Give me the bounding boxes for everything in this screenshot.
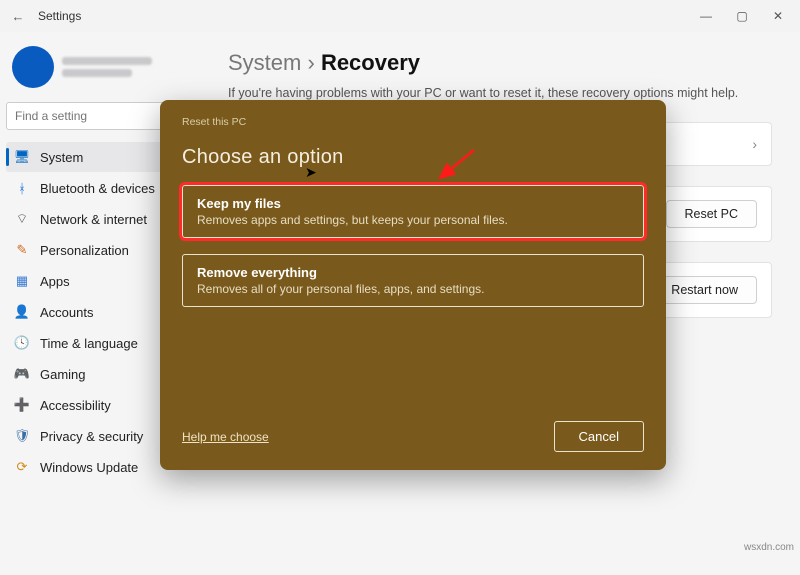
profile-name: [62, 57, 152, 65]
help-link[interactable]: Help me choose: [182, 430, 269, 444]
option-desc: Removes apps and settings, but keeps you…: [197, 213, 629, 227]
window-title: Settings: [38, 9, 81, 23]
titlebar: ← Settings ― ▢ ✕: [0, 0, 800, 32]
bluetooth-icon: ᚼ: [14, 180, 30, 196]
wifi-icon: ⌔: [14, 211, 30, 227]
dialog-footer: Help me choose Cancel: [182, 401, 644, 452]
option-desc: Removes all of your personal files, apps…: [197, 282, 629, 296]
sidebar-item-label: Privacy & security: [40, 429, 143, 444]
cancel-button[interactable]: Cancel: [554, 421, 644, 452]
reset-dialog: Reset this PC Choose an option Keep my f…: [160, 100, 666, 470]
sidebar-item-label: Network & internet: [40, 212, 147, 227]
dialog-breadcrumb: Reset this PC: [182, 116, 644, 128]
breadcrumb: System › Recovery: [228, 50, 772, 76]
gaming-icon: 🎮: [14, 366, 30, 382]
option-remove-everything[interactable]: Remove everything Removes all of your pe…: [182, 254, 644, 307]
sidebar-item-label: Windows Update: [40, 460, 138, 475]
sidebar-item-label: Apps: [40, 274, 70, 289]
option-keep-files[interactable]: Keep my files Removes apps and settings,…: [182, 185, 644, 238]
chevron-right-icon: ›: [752, 136, 757, 152]
breadcrumb-sep: ›: [307, 50, 314, 75]
profile-email: [62, 69, 132, 77]
sidebar-item-label: Accessibility: [40, 398, 111, 413]
update-icon: ⟳: [14, 459, 30, 475]
back-button[interactable]: ←: [4, 9, 32, 24]
brush-icon: ✎: [14, 242, 30, 258]
breadcrumb-current: Recovery: [321, 50, 420, 75]
window-controls: ― ▢ ✕: [688, 2, 796, 30]
sidebar-item-label: Time & language: [40, 336, 138, 351]
sidebar-item-label: System: [40, 150, 83, 165]
option-title: Keep my files: [197, 196, 629, 211]
profile-block[interactable]: [6, 40, 194, 102]
dialog-title: Choose an option: [182, 146, 644, 169]
sidebar-item-label: Accounts: [40, 305, 93, 320]
apps-icon: ▦: [14, 273, 30, 289]
close-button[interactable]: ✕: [760, 2, 796, 30]
option-title: Remove everything: [197, 265, 629, 280]
clock-icon: 🕓: [14, 335, 30, 351]
watermark: wsxdn.com: [744, 542, 794, 553]
maximize-button[interactable]: ▢: [724, 2, 760, 30]
sidebar-item-label: Bluetooth & devices: [40, 181, 155, 196]
shield-icon: 🛡: [14, 428, 30, 444]
sidebar-item-label: Gaming: [40, 367, 86, 382]
accessibility-icon: ➕: [14, 397, 30, 413]
sidebar-item-label: Personalization: [40, 243, 129, 258]
restart-now-button[interactable]: Restart now: [652, 276, 757, 304]
page-subtext: If you're having problems with your PC o…: [228, 86, 772, 100]
breadcrumb-parent[interactable]: System: [228, 50, 301, 75]
reset-pc-button[interactable]: Reset PC: [666, 200, 758, 228]
avatar: [12, 46, 54, 88]
minimize-button[interactable]: ―: [688, 2, 724, 30]
system-icon: 🖥: [14, 149, 30, 165]
person-icon: 👤: [14, 304, 30, 320]
